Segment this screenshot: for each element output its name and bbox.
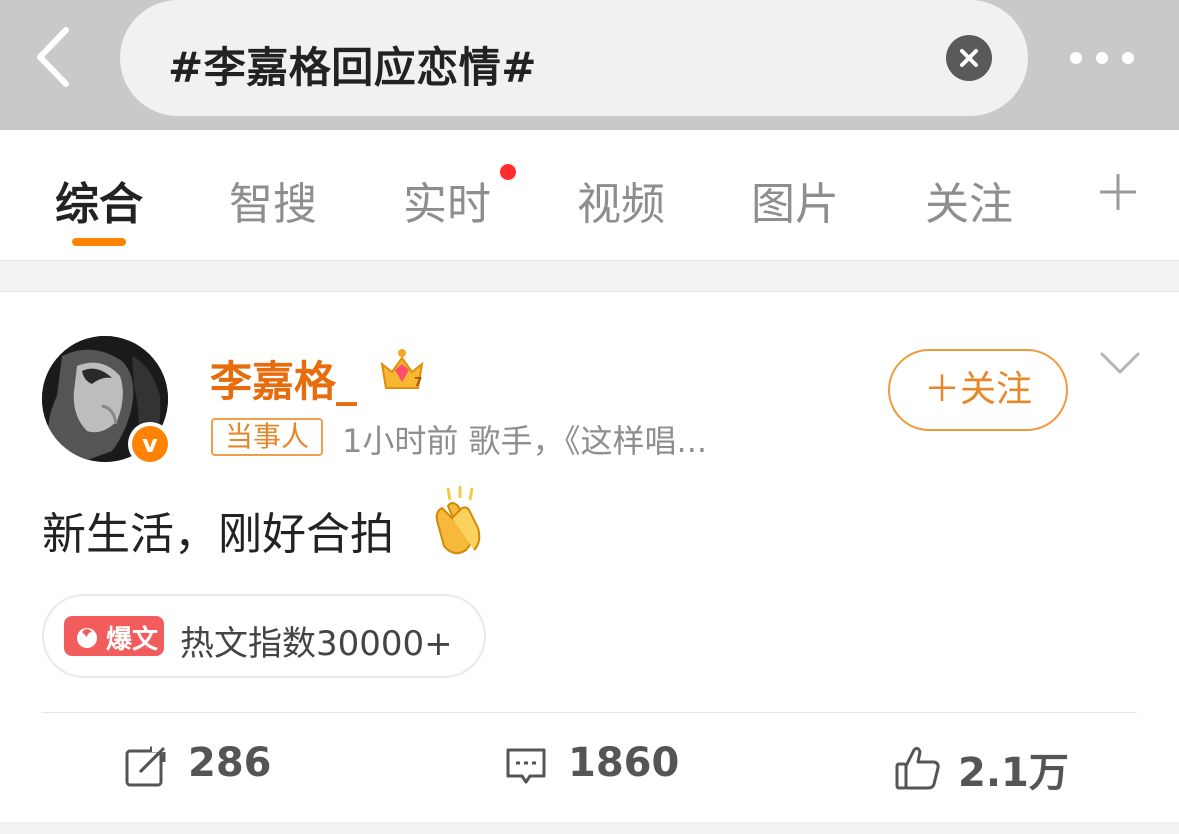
tab-video[interactable]: 视频 bbox=[577, 168, 665, 232]
add-tab-button[interactable] bbox=[1096, 170, 1140, 214]
tab-bar: 综合 智搜 实时 视频 图片 关注 bbox=[0, 130, 1179, 260]
tab-smart-search[interactable]: 智搜 bbox=[229, 168, 317, 232]
chevron-left-icon bbox=[37, 27, 69, 87]
comment-count: 1860 bbox=[568, 740, 680, 786]
post-meta: 1小时前 歌手，《这样唱... bbox=[342, 422, 708, 460]
post-menu-button[interactable] bbox=[1098, 348, 1142, 378]
party-badge: 当事人 bbox=[211, 418, 323, 456]
hot-post-banner[interactable]: 爆文 热文指数30000+ bbox=[42, 594, 486, 678]
more-button[interactable] bbox=[1062, 40, 1146, 76]
repost-icon bbox=[125, 744, 168, 787]
like-count: 2.1万 bbox=[958, 750, 1069, 796]
username[interactable]: 李嘉格_ bbox=[210, 348, 357, 409]
comment-icon bbox=[506, 748, 546, 784]
like-button[interactable]: 2.1万 bbox=[894, 740, 1074, 796]
tab-follow[interactable]: 关注 bbox=[925, 168, 1013, 232]
clear-search-button[interactable] bbox=[946, 35, 992, 81]
hot-tag: 爆文 bbox=[64, 616, 164, 656]
search-input[interactable]: #李嘉格回应恋情# bbox=[120, 0, 1028, 116]
top-bar: #李嘉格回应恋情# bbox=[0, 0, 1179, 130]
tab-images[interactable]: 图片 bbox=[751, 168, 839, 232]
svg-text:7: 7 bbox=[414, 375, 422, 389]
search-query-text: #李嘉格回应恋情# bbox=[168, 43, 537, 92]
close-icon bbox=[960, 49, 978, 67]
chevron-down-icon bbox=[1100, 352, 1140, 374]
crown-icon: 7 bbox=[378, 348, 426, 394]
section-separator bbox=[0, 260, 1179, 292]
new-content-dot bbox=[500, 164, 516, 180]
active-tab-indicator bbox=[72, 238, 126, 246]
follow-button[interactable]: ＋关注 bbox=[888, 349, 1068, 431]
more-dots-icon bbox=[1070, 52, 1134, 64]
thumbs-up-icon bbox=[895, 746, 940, 790]
post-content: 新生活，刚好合拍 bbox=[42, 509, 394, 560]
clapping-hands-icon bbox=[428, 484, 490, 556]
back-button[interactable] bbox=[26, 22, 86, 92]
plus-icon bbox=[1100, 174, 1136, 210]
tab-comprehensive[interactable]: 综合 bbox=[55, 168, 143, 232]
divider bbox=[42, 712, 1137, 713]
repost-button[interactable]: 286 bbox=[124, 740, 284, 796]
flame-icon bbox=[77, 628, 97, 648]
hot-index-text: 热文指数30000+ bbox=[180, 624, 453, 664]
tab-realtime[interactable]: 实时 bbox=[403, 168, 491, 232]
verified-v-icon: v bbox=[132, 426, 168, 462]
verified-badge: v bbox=[128, 422, 172, 466]
bottom-separator bbox=[0, 822, 1179, 834]
repost-count: 286 bbox=[188, 740, 272, 786]
comment-button[interactable]: 1860 bbox=[504, 740, 684, 796]
hot-tag-label: 爆文 bbox=[106, 625, 159, 655]
